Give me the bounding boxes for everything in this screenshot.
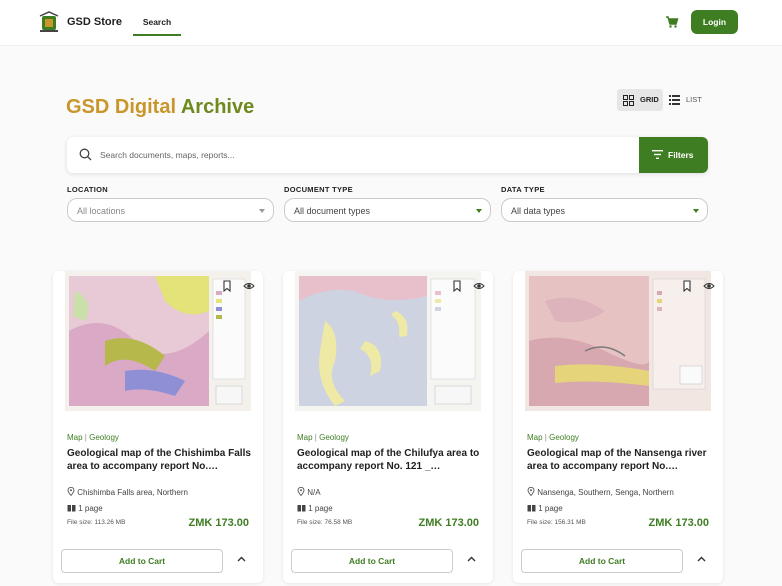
view-list-button[interactable]: LIST (666, 89, 710, 111)
location-select-value: All locations (77, 206, 126, 216)
eye-icon[interactable] (473, 281, 485, 291)
card-location-text: Nansenga, Southern, Senga, Northern (537, 488, 674, 497)
page-title: GSD Digital Archive (66, 96, 254, 119)
bookmark-icon[interactable] (681, 280, 693, 292)
document-card[interactable]: Map | Geology Geological map of the Nans… (513, 271, 723, 583)
card-pages: 1 page (527, 504, 563, 513)
document-type-select-value: All document types (294, 206, 371, 216)
card-price: ZMK 173.00 (418, 517, 479, 529)
cart-icon[interactable] (665, 15, 679, 29)
data-type-select[interactable]: All data types (501, 198, 708, 222)
location-pin-icon (527, 486, 535, 497)
data-type-select-value: All data types (511, 206, 566, 216)
card-price: ZMK 173.00 (648, 517, 709, 529)
card-price: ZMK 173.00 (188, 517, 249, 529)
view-grid-button[interactable]: GRID (617, 89, 663, 111)
eye-icon[interactable] (243, 281, 255, 291)
location-pin-icon (297, 486, 305, 497)
card-pages: 1 page (297, 504, 333, 513)
view-list-label: LIST (686, 95, 702, 104)
filters-label: Filters (668, 150, 694, 160)
card-type: Map (67, 433, 83, 442)
login-button[interactable]: Login (691, 10, 738, 34)
book-icon (297, 505, 306, 512)
card-category-name: Geology (549, 433, 579, 442)
filters-button[interactable]: Filters (639, 137, 708, 173)
document-card[interactable]: Map | Geology Geological map of the Chis… (53, 271, 263, 583)
document-type-select[interactable]: All document types (284, 198, 491, 222)
add-to-cart-button[interactable]: Add to Cart (521, 549, 683, 573)
card-title[interactable]: Geological map of the Chilufya area to a… (297, 448, 482, 473)
logo-icon[interactable] (37, 10, 61, 34)
card-category: Map | Geology (67, 433, 119, 442)
chevron-up-icon[interactable] (467, 556, 476, 562)
eye-icon[interactable] (703, 281, 715, 291)
add-to-cart-button[interactable]: Add to Cart (291, 549, 453, 573)
card-category: Map | Geology (527, 433, 579, 442)
map-thumbnail[interactable] (525, 271, 711, 411)
search-bar: Filters (67, 137, 708, 173)
card-title[interactable]: Geological map of the Chishimba Falls ar… (67, 448, 252, 473)
card-category: Map | Geology (297, 433, 349, 442)
card-location-text: Chishimba Falls area, Northern (77, 488, 188, 497)
add-to-cart-button[interactable]: Add to Cart (61, 549, 223, 573)
card-category-name: Geology (319, 433, 349, 442)
card-location-text: N/A (307, 488, 321, 497)
card-location: Chishimba Falls area, Northern (67, 486, 188, 497)
search-icon (79, 148, 92, 161)
filter-label-location: LOCATION (67, 185, 109, 194)
view-grid-label: GRID (640, 95, 659, 104)
brand-name[interactable]: GSD Store (67, 16, 122, 28)
chevron-up-icon[interactable] (697, 556, 706, 562)
location-select[interactable]: All locations (67, 198, 274, 222)
bookmark-icon[interactable] (451, 280, 463, 292)
map-thumbnail[interactable] (65, 271, 251, 411)
location-pin-icon (67, 486, 75, 497)
filter-label-data-type: DATA TYPE (501, 185, 545, 194)
card-title[interactable]: Geological map of the Nansenga river are… (527, 448, 712, 473)
bookmark-icon[interactable] (221, 280, 233, 292)
card-pages-text: 1 page (538, 504, 563, 513)
grid-icon (623, 95, 634, 106)
card-type: Map (527, 433, 543, 442)
search-input[interactable] (100, 146, 620, 164)
book-icon (67, 505, 76, 512)
card-category-name: Geology (89, 433, 119, 442)
card-type: Map (297, 433, 313, 442)
list-icon (669, 95, 680, 105)
filter-icon (652, 150, 663, 159)
title-part-2: Archive (180, 96, 255, 118)
card-pages-text: 1 page (308, 504, 333, 513)
card-location: Nansenga, Southern, Senga, Northern (527, 486, 674, 497)
document-card[interactable]: Map | Geology Geological map of the Chil… (283, 271, 493, 583)
chevron-down-icon (476, 209, 482, 213)
card-file-size: File size: 76.58 MB (297, 519, 353, 526)
card-file-size: File size: 113.26 MB (67, 519, 126, 526)
card-pages: 1 page (67, 504, 103, 513)
chevron-down-icon (693, 209, 699, 213)
chevron-up-icon[interactable] (237, 556, 246, 562)
filter-label-document-type: DOCUMENT TYPE (284, 185, 353, 194)
nav-search-tab[interactable]: Search (133, 12, 181, 36)
map-thumbnail[interactable] (295, 271, 481, 411)
card-pages-text: 1 page (78, 504, 103, 513)
title-part-1: GSD Digital (66, 96, 177, 118)
card-file-size: File size: 156.31 MB (527, 519, 586, 526)
chevron-down-icon (259, 209, 265, 213)
book-icon (527, 505, 536, 512)
card-location: N/A (297, 486, 321, 497)
top-navbar: GSD Store Search Login (0, 0, 782, 46)
